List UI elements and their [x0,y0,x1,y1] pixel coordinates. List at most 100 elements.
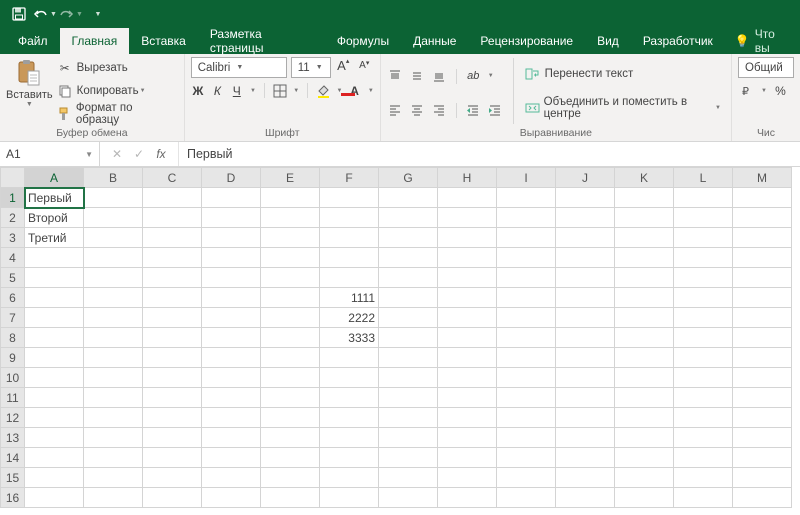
cell[interactable]: Первый [25,188,84,208]
cell[interactable] [615,288,674,308]
cell[interactable] [615,268,674,288]
cell[interactable] [202,428,261,448]
cell[interactable] [615,448,674,468]
cell[interactable] [84,448,143,468]
cell[interactable] [438,388,497,408]
cell[interactable] [143,428,202,448]
cell[interactable] [615,188,674,208]
cell[interactable] [261,228,320,248]
cell[interactable] [25,328,84,348]
cell[interactable] [202,348,261,368]
cell[interactable] [556,468,615,488]
col-header-A[interactable]: A [25,168,84,188]
cell[interactable] [674,428,733,448]
orientation-button[interactable]: ab [465,68,482,85]
cell[interactable]: Второй [25,208,84,228]
cell[interactable] [438,428,497,448]
cell[interactable] [438,228,497,248]
cell[interactable] [556,188,615,208]
cell[interactable] [556,288,615,308]
cell[interactable] [25,348,84,368]
cell[interactable] [556,268,615,288]
cell[interactable] [143,388,202,408]
tab-home[interactable]: Главная [60,28,130,54]
row-header-12[interactable]: 12 [1,408,25,428]
decrease-indent-button[interactable] [465,102,482,119]
increase-font-button[interactable]: A▴ [335,57,352,74]
cell[interactable] [84,208,143,228]
cell[interactable] [674,388,733,408]
cell[interactable] [379,408,438,428]
row-header-13[interactable]: 13 [1,428,25,448]
formula-input[interactable]: Первый [179,142,800,166]
row-header-8[interactable]: 8 [1,328,25,348]
cell[interactable] [202,268,261,288]
name-box[interactable]: A1▼ [0,142,100,166]
cell[interactable] [733,368,792,388]
align-left-button[interactable] [387,102,404,119]
select-all-corner[interactable] [1,168,25,188]
col-header-B[interactable]: B [84,168,143,188]
cell[interactable] [556,388,615,408]
col-header-K[interactable]: K [615,168,674,188]
row-header-9[interactable]: 9 [1,348,25,368]
bold-button[interactable]: Ж [191,82,205,99]
cell[interactable] [84,348,143,368]
cell[interactable] [261,348,320,368]
col-header-F[interactable]: F [320,168,379,188]
cell[interactable] [733,468,792,488]
cell[interactable] [674,228,733,248]
cancel-edit-button[interactable]: ✕ [106,147,128,161]
cell[interactable] [84,248,143,268]
cell[interactable] [674,348,733,368]
cell[interactable] [556,228,615,248]
cell[interactable] [84,188,143,208]
cell[interactable] [202,188,261,208]
cell[interactable] [556,208,615,228]
cell[interactable] [143,208,202,228]
cell[interactable] [674,188,733,208]
cell[interactable] [84,268,143,288]
cell[interactable] [25,468,84,488]
cell[interactable] [615,208,674,228]
cell[interactable] [143,408,202,428]
cell[interactable]: Третий [25,228,84,248]
cell[interactable] [733,228,792,248]
row-header-10[interactable]: 10 [1,368,25,388]
cell[interactable] [261,308,320,328]
cell[interactable] [733,328,792,348]
cell[interactable] [202,408,261,428]
cell[interactable] [733,288,792,308]
cell[interactable] [556,308,615,328]
cell[interactable] [25,268,84,288]
cell[interactable] [497,388,556,408]
cell[interactable] [379,268,438,288]
cell[interactable] [733,208,792,228]
cell[interactable] [497,448,556,468]
cell[interactable] [84,328,143,348]
italic-button[interactable]: К [210,82,224,99]
row-header-16[interactable]: 16 [1,488,25,508]
cell[interactable] [143,368,202,388]
cell[interactable] [615,488,674,508]
cell[interactable] [84,468,143,488]
cell[interactable] [379,208,438,228]
cell[interactable] [25,488,84,508]
cell[interactable] [261,268,320,288]
cell[interactable] [25,388,84,408]
cell[interactable] [379,248,438,268]
cell[interactable] [733,188,792,208]
cell[interactable] [674,308,733,328]
cell[interactable] [143,348,202,368]
wrap-text-button[interactable]: Перенести текст [521,64,725,85]
cell[interactable] [143,228,202,248]
cell[interactable] [25,288,84,308]
cell[interactable] [202,488,261,508]
cut-button[interactable]: ✂Вырезать [53,58,178,79]
cell[interactable] [733,248,792,268]
copy-button[interactable]: Копировать ▼ [53,80,178,101]
cell[interactable] [261,368,320,388]
cell[interactable] [202,308,261,328]
cell[interactable] [733,388,792,408]
cell[interactable] [320,188,379,208]
